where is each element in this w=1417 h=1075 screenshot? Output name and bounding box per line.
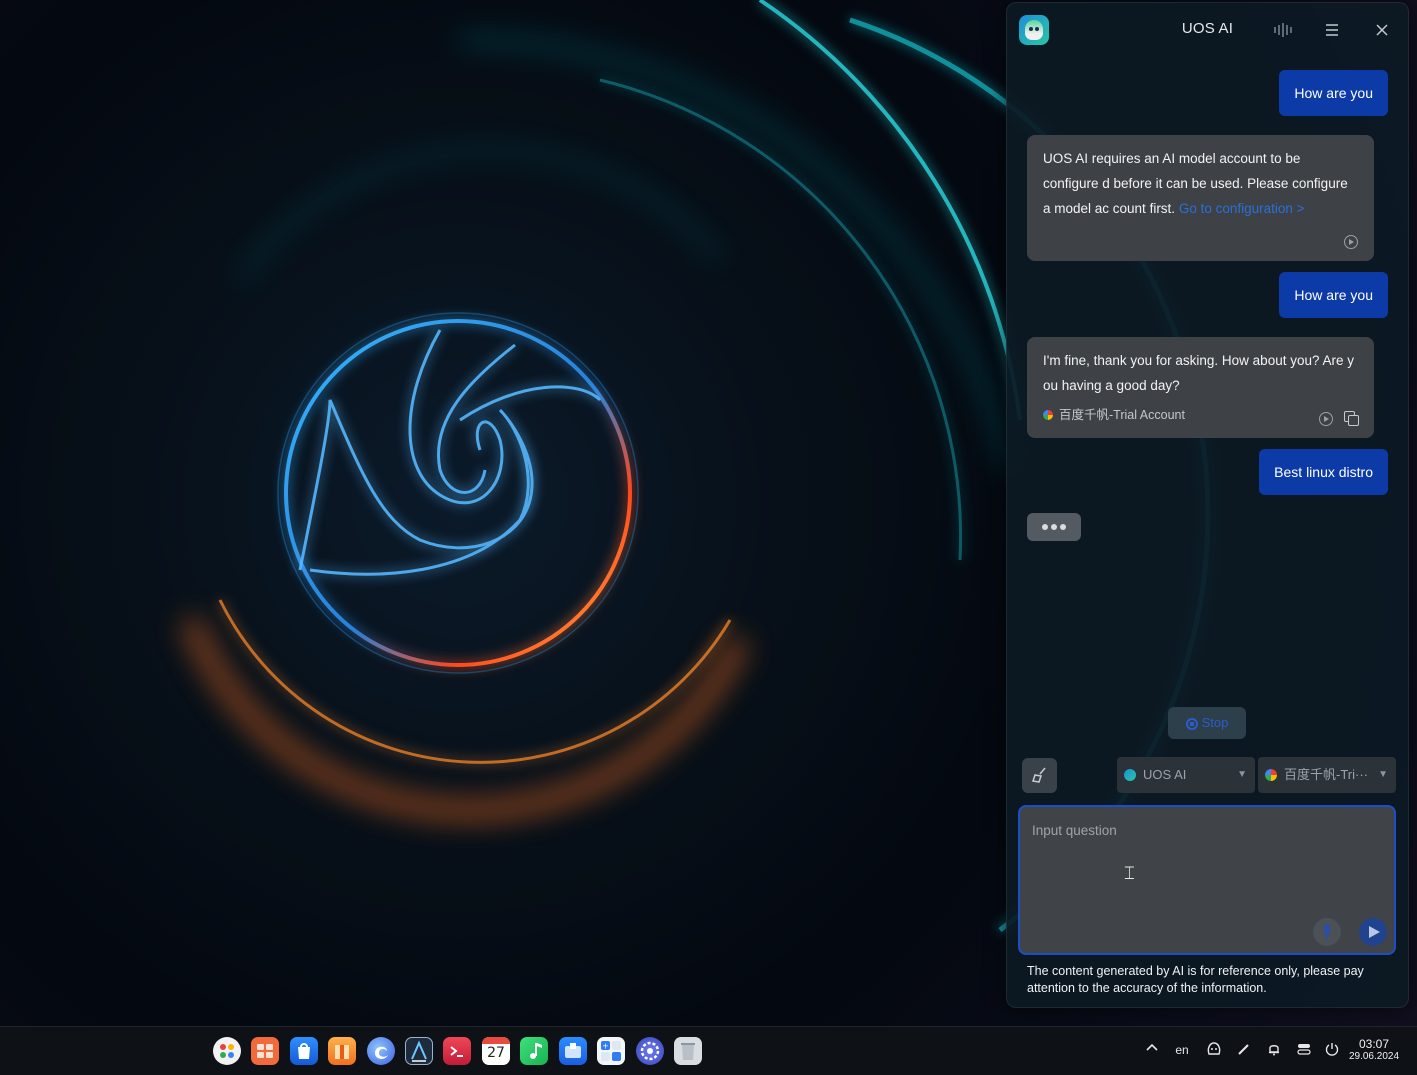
terminal-icon[interactable] [443,1037,471,1065]
stop-button[interactable]: Stop [1168,707,1246,739]
calendar-day: 27 [487,1045,505,1061]
tray-expand-icon[interactable] [1141,1041,1163,1058]
notification-bell-icon[interactable] [1263,1041,1285,1060]
typing-indicator [1027,513,1081,541]
ai-message-text: I'm fine, thank you for asking. How abou… [1043,353,1354,393]
stop-label: Stop [1201,715,1229,730]
user-message: How are you [1279,272,1388,318]
ai-message: I'm fine, thank you for asking. How abou… [1027,337,1374,438]
question-input-box[interactable]: ⌶ [1018,805,1396,955]
multitask-icon[interactable] [251,1037,279,1065]
user-message: Best linux distro [1259,449,1388,495]
clock-date: 29.06.2024 [1348,1051,1400,1062]
menu-icon[interactable] [1319,17,1345,43]
model-select-value: 百度千帆-Tri··· [1284,767,1368,782]
pen-icon[interactable] [1233,1041,1255,1060]
play-icon[interactable] [1344,235,1358,249]
close-icon[interactable] [1369,17,1395,43]
clock[interactable]: 03:07 29.06.2024 [1345,1038,1403,1063]
question-input[interactable] [1030,821,1384,915]
svg-text:+: + [602,1042,609,1051]
broom-icon [1031,767,1046,783]
model-source-label: 百度千帆-Trial Account [1059,408,1185,422]
app-title: UOS AI [1181,20,1234,37]
qianfan-logo-icon [1043,410,1053,420]
microphone-button[interactable] [1313,918,1341,946]
chevron-down-icon: ▼ [1237,769,1247,780]
control-toggles-icon[interactable] [1293,1041,1315,1060]
launcher-icon[interactable] [213,1037,241,1065]
taskbar: 27 + en 03:07 29.06.2024 [0,1026,1417,1075]
uos-ai-panel: UOS AI How are you UOS AI requires an AI… [1006,2,1409,1008]
clear-history-button[interactable] [1022,758,1057,793]
keyboard-layout[interactable]: en [1171,1043,1193,1057]
uos-ai-small-icon [1124,769,1136,781]
assistant-select-value: UOS AI [1143,767,1187,782]
titlebar: UOS AI [1007,3,1408,57]
model-select[interactable]: 百度千帆-Tri··· ▼ [1258,757,1396,793]
user-message: How are you [1279,70,1388,116]
play-icon[interactable] [1319,412,1333,426]
trash-icon[interactable] [674,1037,702,1065]
assistant-select[interactable]: UOS AI ▼ [1117,757,1255,793]
archive-icon[interactable] [328,1037,356,1065]
send-button[interactable] [1359,918,1387,946]
voice-mode-icon[interactable] [1270,17,1296,43]
calculator-icon[interactable]: + [597,1037,625,1065]
calendar-icon[interactable]: 27 [482,1037,510,1065]
clock-time: 03:07 [1358,1037,1390,1051]
chevron-down-icon: ▼ [1378,769,1388,780]
file-manager-icon[interactable] [559,1037,587,1065]
input-toolbar: UOS AI ▼ 百度千帆-Tri··· ▼ [1007,755,1408,795]
microphone-icon [1324,924,1330,935]
uos-ai-tray-icon[interactable] [1203,1041,1225,1060]
power-icon[interactable] [1321,1041,1343,1060]
music-icon[interactable] [520,1037,548,1065]
ai-message: UOS AI requires an AI model account to b… [1027,135,1374,261]
control-center-icon[interactable] [636,1037,664,1065]
stop-icon [1185,718,1198,730]
go-to-configuration-link[interactable]: Go to configuration > [1179,201,1305,216]
text-editor-icon[interactable] [405,1037,433,1065]
text-cursor-icon: ⌶ [1124,863,1135,884]
browser-icon[interactable] [367,1037,395,1065]
qianfan-logo-icon [1265,769,1277,781]
app-store-icon[interactable] [290,1037,318,1065]
model-source-tag: 百度千帆-Trial Account [1043,403,1185,428]
copy-icon[interactable] [1344,411,1359,426]
ai-disclaimer: The content generated by AI is for refer… [1027,964,1364,995]
